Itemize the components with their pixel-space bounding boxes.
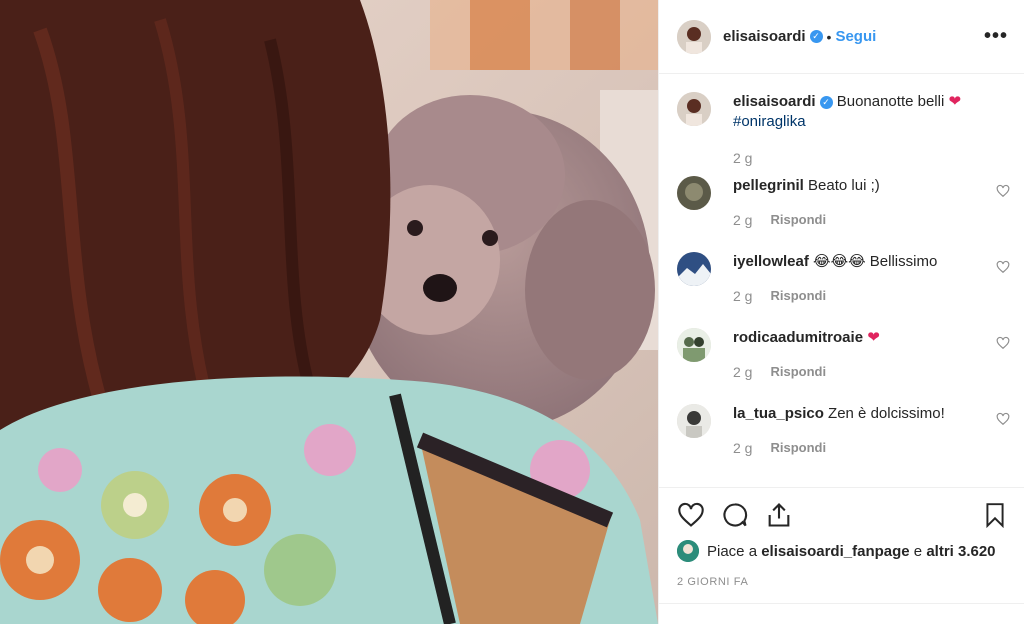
comment-age[interactable]: 2 g <box>733 438 752 458</box>
like-comment-heart-icon[interactable] <box>996 336 1010 350</box>
caption-avatar[interactable] <box>677 92 711 126</box>
separator-dot: • <box>826 28 832 45</box>
bookmark-icon[interactable] <box>982 501 1008 529</box>
follow-button[interactable]: Segui <box>835 28 876 45</box>
caption: elisaisoardi ✓ Buonanotte belli ❤ #onirag… <box>677 92 1010 168</box>
caption-username[interactable]: elisaisoardi <box>733 93 816 110</box>
comment-age[interactable]: 2 g <box>733 210 752 230</box>
likes-count[interactable]: altri 3.620 <box>926 543 995 560</box>
share-icon[interactable] <box>765 501 793 529</box>
comment-text: 😂😂😂 Bellissimo <box>813 253 938 270</box>
likes-middle: e <box>913 542 923 560</box>
commenter-avatar[interactable] <box>677 176 711 210</box>
commenter-avatar[interactable] <box>677 252 711 286</box>
liker-username[interactable]: elisaisoardi_fanpage <box>761 543 909 560</box>
post-photo[interactable] <box>0 0 658 624</box>
commenter-avatar[interactable] <box>677 328 711 362</box>
verified-icon: ✓ <box>819 96 833 109</box>
comment-text: Beato lui ;) <box>808 177 880 194</box>
like-comment-heart-icon[interactable] <box>996 260 1010 274</box>
comment-username[interactable]: la_tua_psico <box>733 405 824 422</box>
likes-summary: Piace a elisaisoardi_fanpage e altri 3.6… <box>677 540 1008 562</box>
author-avatar[interactable] <box>677 19 711 54</box>
reply-button[interactable]: Rispondi <box>770 362 826 382</box>
comment-age[interactable]: 2 g <box>733 286 752 306</box>
caption-age[interactable]: 2 g <box>733 148 752 168</box>
commenter-avatar[interactable] <box>677 404 711 438</box>
comment-age[interactable]: 2 g <box>733 362 752 382</box>
post-header: elisaisoardi ✓ • Segui ••• <box>659 0 1024 74</box>
like-comment-heart-icon[interactable] <box>996 412 1010 426</box>
heart-icon[interactable] <box>677 501 705 529</box>
comment-item: iyellowleaf 😂😂😂 Bellissimo 2 g Rispondi <box>677 252 1010 306</box>
comments-list[interactable]: elisaisoardi ✓ Buonanotte belli ❤ #onirag… <box>677 92 1010 458</box>
comment-item: la_tua_psico Zen è dolcissimo! 2 g Rispon… <box>677 404 1010 458</box>
reply-button[interactable]: Rispondi <box>770 210 826 230</box>
reply-button[interactable]: Rispondi <box>770 438 826 458</box>
comment-username[interactable]: rodicaadumitroaie <box>733 329 863 346</box>
more-icon[interactable]: ••• <box>984 25 1008 48</box>
add-comment-bar[interactable] <box>659 603 1024 624</box>
caption-text: Buonanotte belli <box>836 93 945 110</box>
caption-hashtag[interactable]: #oniraglika <box>733 112 1010 132</box>
post-sidebar: elisaisoardi ✓ • Segui ••• elisaisoardi ✓… <box>658 0 1024 624</box>
like-comment-heart-icon[interactable] <box>996 184 1010 198</box>
author-username[interactable]: elisaisoardi <box>723 28 806 45</box>
likes-prefix: Piace a <box>707 542 758 560</box>
liker-avatar[interactable] <box>677 540 699 562</box>
reply-button[interactable]: Rispondi <box>770 286 826 306</box>
red-heart-emoji: ❤ <box>948 93 962 110</box>
comment-text: Zen è dolcissimo! <box>828 405 945 422</box>
post-timestamp[interactable]: 2 GIORNI FA <box>677 576 1008 588</box>
comment-username[interactable]: iyellowleaf <box>733 253 809 270</box>
comment-username[interactable]: pellegrinil <box>733 177 804 194</box>
verified-icon: ✓ <box>809 30 823 43</box>
post-image <box>0 0 658 624</box>
comment-icon[interactable] <box>721 501 749 529</box>
comment-item: rodicaadumitroaie ❤ 2 g Rispondi <box>677 328 1010 382</box>
comment-text: ❤ <box>867 329 880 346</box>
comment-item: pellegrinil Beato lui ;) 2 g Rispondi <box>677 176 1010 230</box>
